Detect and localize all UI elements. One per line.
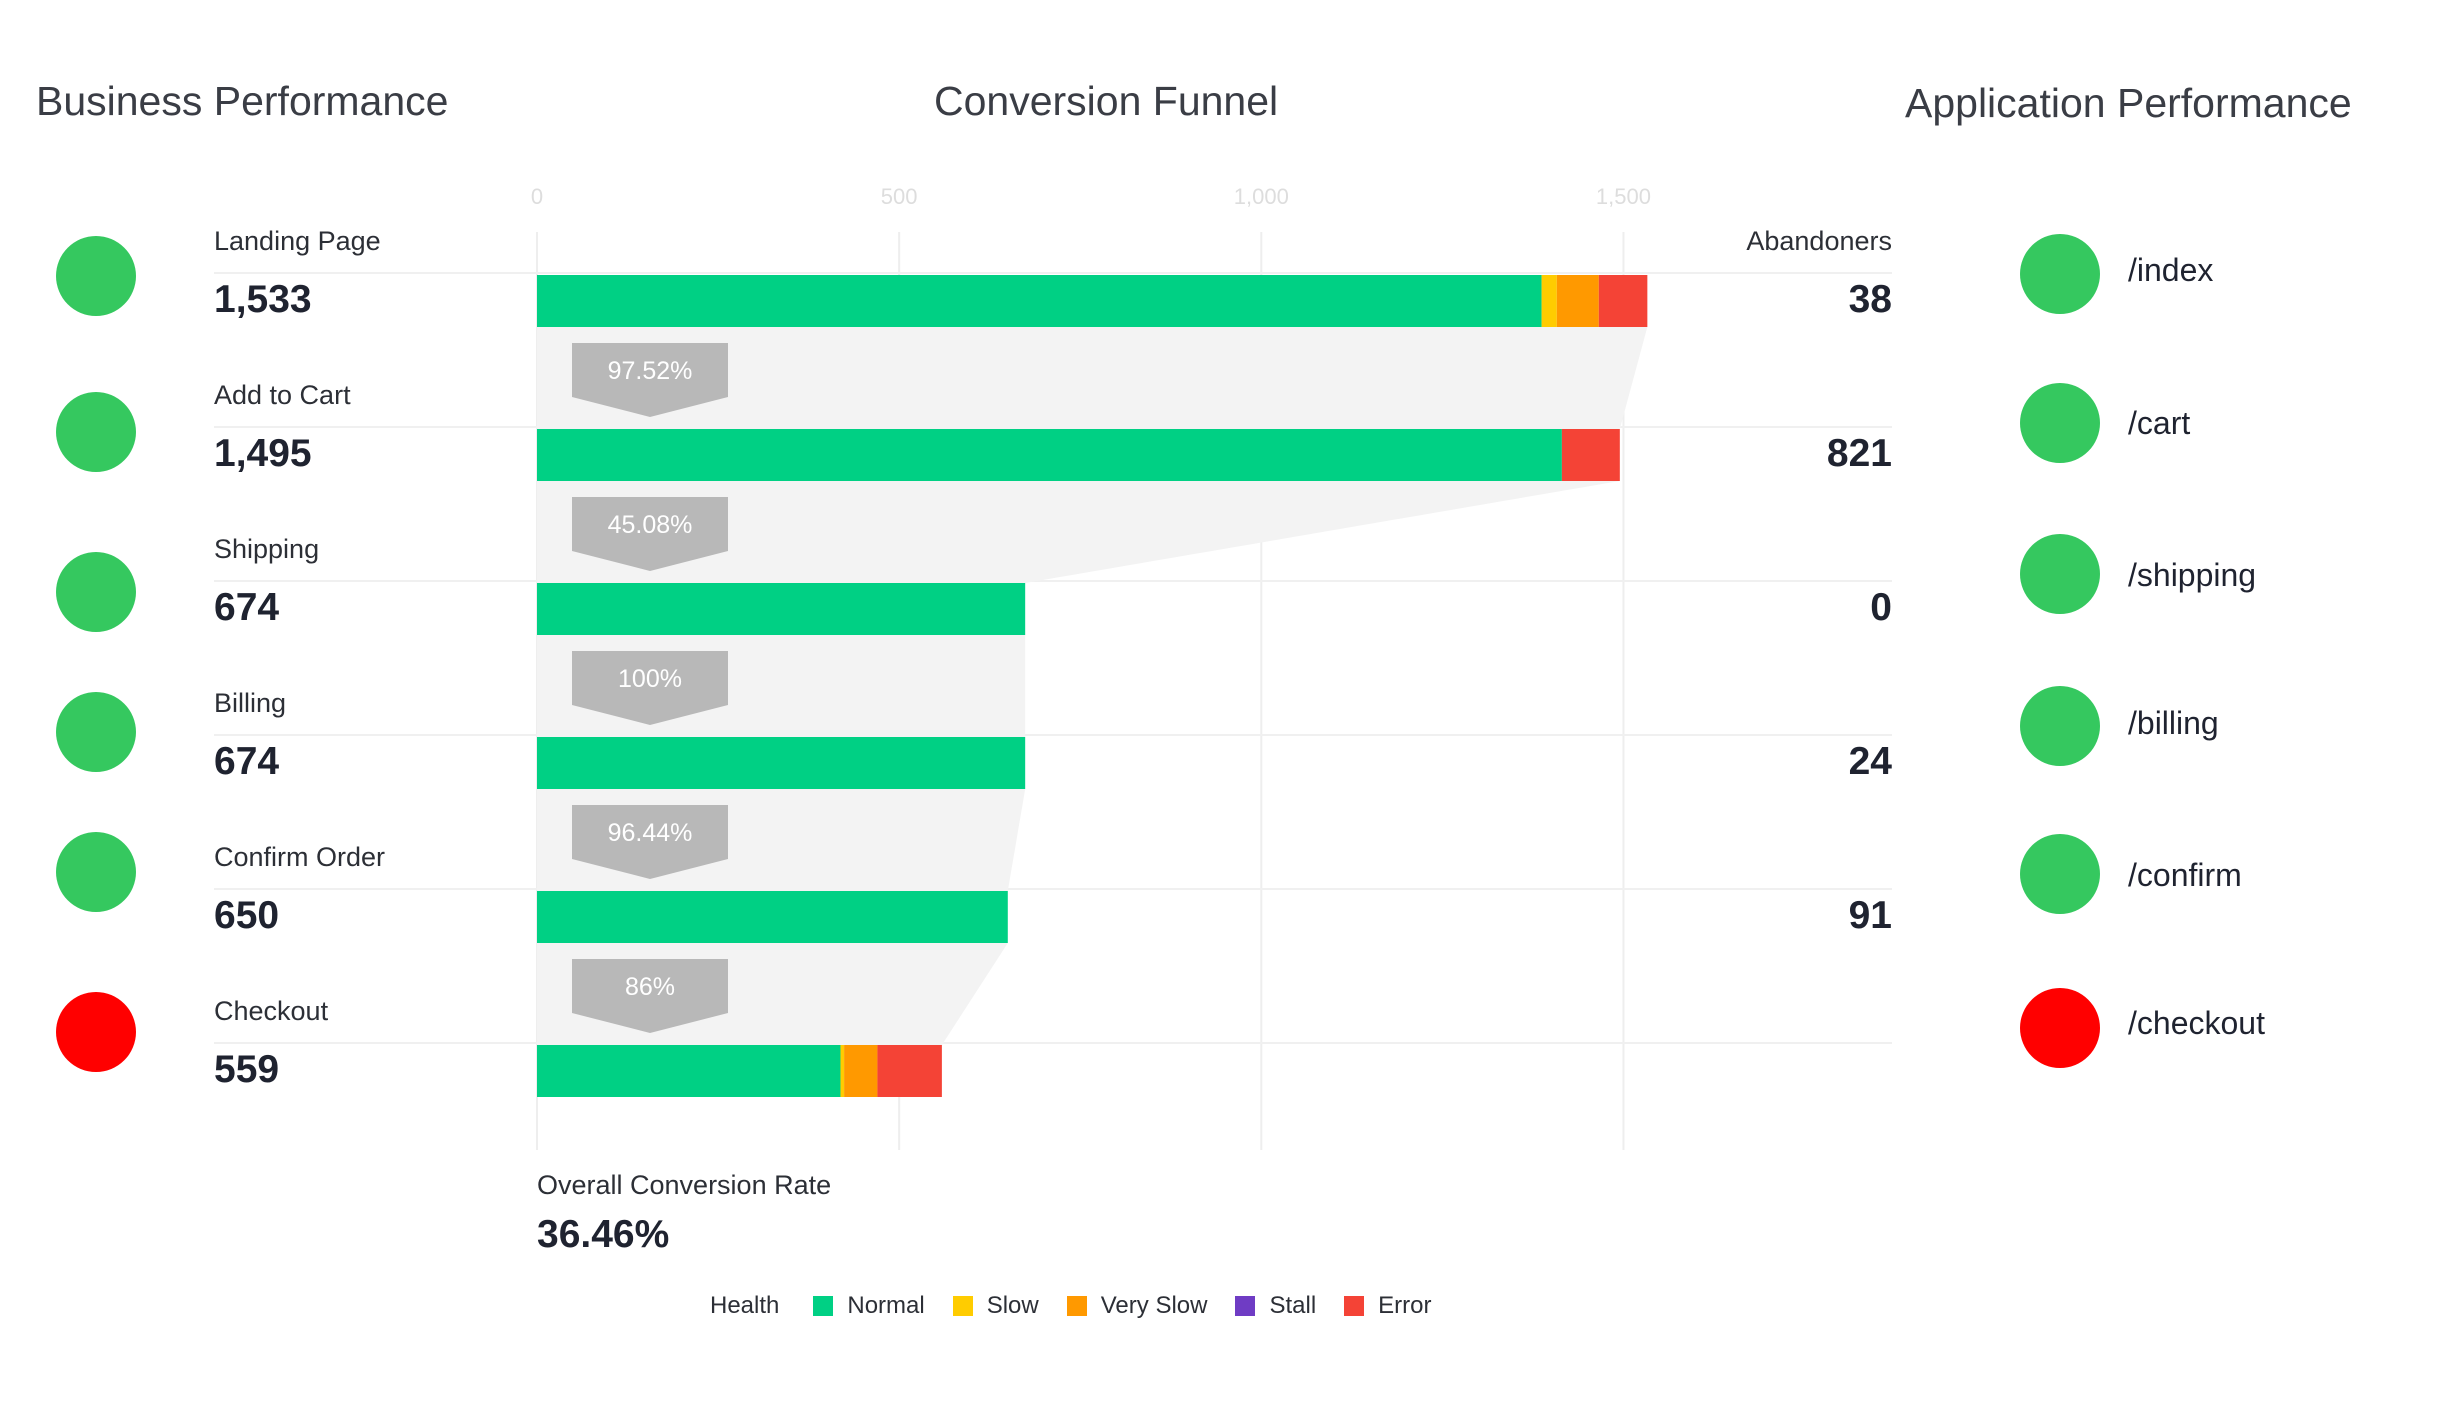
stage-count: 674 — [214, 586, 280, 629]
stage-count: 1,533 — [214, 278, 312, 321]
x-tick-label: 0 — [531, 184, 543, 209]
abandoners-value: 38 — [1848, 278, 1892, 321]
bar-normal — [537, 737, 1026, 789]
stage-label: Add to Cart — [214, 380, 351, 410]
app-status-dot — [2020, 534, 2100, 614]
stage-count: 559 — [214, 1048, 280, 1091]
bar-normal — [537, 583, 1026, 635]
bar-error — [1598, 275, 1648, 327]
legend-label: Very Slow — [1100, 1292, 1208, 1319]
stage-status-dot — [56, 552, 136, 632]
app-status-dot — [2020, 988, 2100, 1068]
bar-slow — [840, 1045, 845, 1097]
health-legend: Health Normal Slow Very Slow Stall Error — [710, 1292, 1460, 1320]
legend-swatch — [952, 1296, 973, 1316]
app-page-label[interactable]: /cart — [2128, 405, 2190, 442]
x-tick-label: 1,500 — [1596, 184, 1651, 209]
overall-conversion-value: 36.46% — [537, 1213, 670, 1256]
legend-label: Error — [1378, 1292, 1432, 1319]
abandoners-value: 821 — [1826, 432, 1892, 475]
stage-count: 1,495 — [214, 432, 312, 475]
bar-very-slow — [1556, 275, 1599, 327]
legend-swatch — [1066, 1296, 1087, 1316]
x-tick-label: 1,000 — [1234, 184, 1289, 209]
conversion-rate-label: 45.08% — [608, 511, 693, 539]
legend-swatch — [1235, 1296, 1256, 1316]
app-status-dot — [2020, 686, 2100, 766]
stage-status-dot — [56, 236, 136, 316]
bar-normal — [537, 429, 1562, 481]
stage-label: Shipping — [214, 534, 320, 564]
abandoners-value: 0 — [1870, 586, 1892, 629]
app-status-dot — [2020, 383, 2100, 463]
legend-item-very-slow[interactable]: Very Slow — [1066, 1292, 1208, 1320]
bar-normal — [537, 1045, 841, 1097]
conversion-rate-label: 97.52% — [608, 357, 693, 385]
legend-label: Normal — [847, 1292, 925, 1319]
abandoners-value: 91 — [1848, 894, 1892, 937]
app-status-dot — [2020, 234, 2100, 314]
overall-conversion-label: Overall Conversion Rate — [537, 1170, 832, 1200]
app-status-dot — [2020, 834, 2100, 914]
legend-title: Health — [710, 1292, 780, 1319]
abandoners-value: 24 — [1848, 740, 1892, 783]
bar-normal — [537, 891, 1008, 943]
app-page-label[interactable]: /confirm — [2128, 857, 2242, 894]
legend-label: Stall — [1269, 1292, 1317, 1319]
stage-label: Confirm Order — [214, 842, 386, 872]
stage-status-dot — [56, 832, 136, 912]
bar-error — [1561, 429, 1620, 481]
conversion-rate-label: 86% — [625, 973, 675, 1001]
app-page-label[interactable]: /checkout — [2128, 1005, 2265, 1042]
legend-swatch — [813, 1296, 834, 1316]
app-page-label[interactable]: /billing — [2128, 705, 2219, 742]
stage-count: 650 — [214, 894, 280, 937]
legend-item-stall[interactable]: Stall — [1235, 1292, 1316, 1320]
stage-label: Landing Page — [214, 226, 381, 256]
bar-error — [877, 1045, 942, 1097]
stage-status-dot — [56, 392, 136, 472]
stage-label: Checkout — [214, 996, 329, 1026]
legend-item-error[interactable]: Error — [1344, 1292, 1432, 1320]
app-page-label[interactable]: /index — [2128, 252, 2213, 289]
bar-slow — [1541, 275, 1557, 327]
stage-count: 674 — [214, 740, 280, 783]
legend-item-slow[interactable]: Slow — [952, 1292, 1039, 1320]
stage-label: Billing — [214, 688, 287, 718]
stage-status-dot — [56, 692, 136, 772]
conversion-rate-label: 96.44% — [608, 819, 693, 847]
app-page-label[interactable]: /shipping — [2128, 557, 2256, 594]
stage-status-dot — [56, 992, 136, 1072]
bar-normal — [537, 275, 1542, 327]
x-tick-label: 500 — [881, 184, 918, 209]
legend-item-normal[interactable]: Normal — [813, 1292, 925, 1320]
conversion-rate-label: 100% — [618, 665, 682, 693]
legend-label: Slow — [986, 1292, 1039, 1319]
legend-swatch — [1344, 1296, 1365, 1316]
bar-very-slow — [844, 1045, 878, 1097]
